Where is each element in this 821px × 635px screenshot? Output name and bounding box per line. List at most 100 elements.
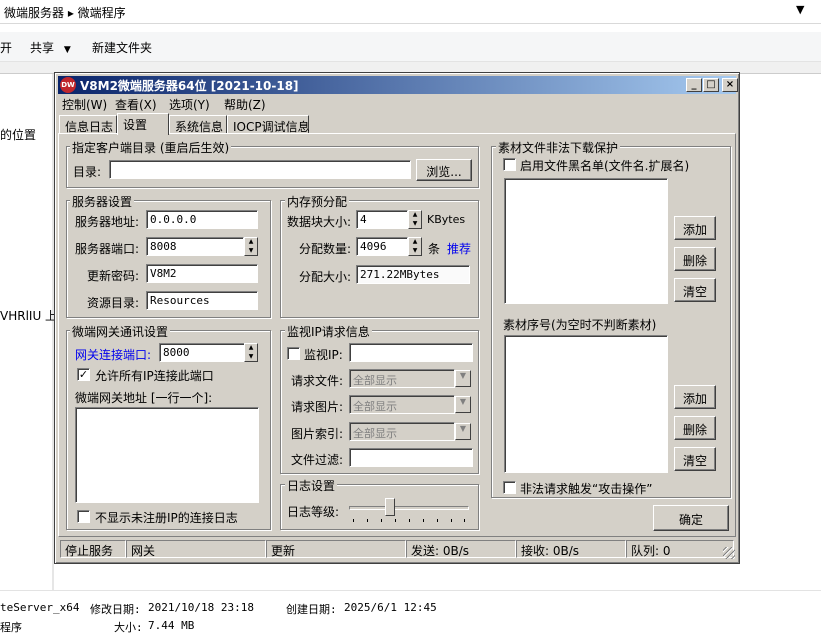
chevron-down-icon[interactable]: ▼ xyxy=(796,3,804,16)
resize-grip-icon[interactable] xyxy=(723,547,735,559)
tab-settings[interactable]: 设置 xyxy=(117,113,169,135)
nav-item[interactable]: VHRlIU 上 xyxy=(0,307,57,324)
open-button[interactable]: 开 xyxy=(0,39,12,56)
file-filter-label: 文件过滤: xyxy=(291,453,344,467)
serial-list[interactable] xyxy=(504,335,668,473)
resource-dir-input[interactable]: Resources xyxy=(146,291,258,310)
block-size-stepper[interactable]: ▲ ▼ xyxy=(408,210,422,229)
protect-title: 素材文件非法下载保护 xyxy=(496,139,621,156)
attack-checkbox[interactable] xyxy=(503,481,516,494)
explorer-details-pane: teServer_x64 修改日期: 2021/10/18 23:18 创建日期… xyxy=(0,590,821,634)
minimize-button[interactable]: _ xyxy=(686,78,702,92)
update-password-input[interactable]: V8M2 xyxy=(146,264,258,283)
title-bar[interactable]: DW V8M2微端服务器64位 [2021-10-18] _ □ × xyxy=(58,76,738,94)
block-size-input[interactable]: 4 xyxy=(356,210,408,229)
address-path[interactable]: 微端服务器 ▸ 微端程序 xyxy=(4,4,126,21)
chevron-down-icon[interactable]: ▼ xyxy=(455,370,471,387)
tab-info-log[interactable]: 信息日志 xyxy=(59,115,117,134)
file-filter-input[interactable] xyxy=(349,448,473,467)
tab-iocp-debug[interactable]: IOCP调试信息 xyxy=(227,115,310,134)
close-button[interactable]: × xyxy=(722,78,738,92)
spin-up-icon: ▲ xyxy=(412,211,418,218)
monitor-title: 监视IP请求信息 xyxy=(285,323,372,340)
allow-all-ip-checkbox[interactable]: ✓ xyxy=(77,368,90,381)
spin-down-icon: ▼ xyxy=(412,246,418,254)
chevron-down-icon[interactable]: ▼ xyxy=(455,396,471,413)
server-address-input[interactable]: 0.0.0.0 xyxy=(146,210,258,229)
recv-rate: 接收: 0B/s xyxy=(516,540,626,558)
serial-label: 素材序号(为空时不判断素材) xyxy=(503,318,657,332)
request-file-label: 请求文件: xyxy=(291,374,344,388)
gateway-port-stepper[interactable]: ▲ ▼ xyxy=(244,343,258,362)
menu-control[interactable]: 控制(W) xyxy=(62,96,107,113)
request-image-label: 请求图片: xyxy=(291,400,344,414)
request-file-select[interactable]: 全部显示 xyxy=(349,369,455,388)
gateway-port-input[interactable]: 8000 xyxy=(159,343,245,362)
slider-thumb[interactable] xyxy=(385,498,395,516)
slider-track xyxy=(349,506,469,510)
update-status: 更新 xyxy=(266,540,406,558)
request-image-select[interactable]: 全部显示 xyxy=(349,395,455,414)
app-logo-icon[interactable]: DW xyxy=(60,77,76,93)
send-rate: 发送: 0B/s xyxy=(406,540,516,558)
log-level-slider[interactable] xyxy=(349,498,469,526)
blacklist-label: 启用文件黑名单(文件名.扩展名) xyxy=(520,159,690,173)
memory-title: 内存预分配 xyxy=(285,193,350,210)
monitor-ip-checkbox[interactable] xyxy=(287,347,300,360)
queue-count: 队列: 0 xyxy=(626,540,734,558)
blacklist-clear-button[interactable]: 清空 xyxy=(674,278,716,302)
serial-clear-button[interactable]: 清空 xyxy=(674,447,716,471)
block-unit: KBytes xyxy=(427,213,466,226)
menu-view[interactable]: 查看(X) xyxy=(115,96,157,113)
hide-log-checkbox[interactable] xyxy=(77,510,90,523)
blacklist-checkbox[interactable] xyxy=(503,158,516,171)
blacklist-delete-button[interactable]: 删除 xyxy=(674,247,716,271)
size-label: 大小: xyxy=(114,621,143,634)
update-password-label: 更新密码: xyxy=(87,269,140,283)
alloc-count-stepper[interactable]: ▲ ▼ xyxy=(408,237,422,256)
menu-options[interactable]: 选项(Y) xyxy=(169,96,210,113)
blacklist-list[interactable] xyxy=(504,178,668,304)
maximize-button[interactable]: □ xyxy=(703,78,719,92)
resource-dir-label: 资源目录: xyxy=(87,296,140,310)
server-settings-title: 服务器设置 xyxy=(70,193,135,210)
stop-service-status[interactable]: 停止服务 xyxy=(60,540,126,558)
blacklist-add-button[interactable]: 添加 xyxy=(674,216,716,240)
new-folder-button[interactable]: 新建文件夹 xyxy=(92,39,152,56)
gateway-addr-textarea[interactable] xyxy=(75,407,259,503)
image-index-select[interactable]: 全部显示 xyxy=(349,422,455,441)
image-index-label: 图片索引: xyxy=(291,427,344,441)
window-title: V8M2微端服务器64位 [2021-10-18] xyxy=(80,79,299,93)
spin-up-icon: ▲ xyxy=(248,238,254,245)
spin-down-icon: ▼ xyxy=(412,219,418,227)
explorer-address-bar[interactable]: 微端服务器 ▸ 微端程序 ▼ xyxy=(0,0,821,24)
server-address-label: 服务器地址: xyxy=(75,215,140,229)
size-value: 7.44 MB xyxy=(148,619,195,632)
client-dir-title: 指定客户端目录 (重启后生效) xyxy=(70,139,232,156)
browse-button[interactable]: 浏览... xyxy=(416,159,472,181)
monitor-ip-label: 监视IP: xyxy=(304,348,343,362)
chevron-down-icon[interactable]: ▼ xyxy=(455,423,471,440)
gateway-status: 网关 xyxy=(126,540,266,558)
server-port-input[interactable]: 8008 xyxy=(146,237,244,256)
created-value: 2025/6/1 12:45 xyxy=(344,601,437,614)
client-dir-input[interactable] xyxy=(109,160,411,179)
share-button[interactable]: 共享 ▼ xyxy=(30,39,71,56)
serial-add-button[interactable]: 添加 xyxy=(674,385,716,409)
server-window: DW V8M2微端服务器64位 [2021-10-18] _ □ × 控制(W)… xyxy=(54,72,740,564)
hide-log-label: 不显示未注册IP的连接日志 xyxy=(95,511,238,525)
alloc-count-input[interactable]: 4096 xyxy=(356,237,408,256)
menu-bar: 控制(W) 查看(X) 选项(Y) 帮助(Z) xyxy=(58,95,736,113)
spin-down-icon: ▼ xyxy=(248,352,254,360)
serial-delete-button[interactable]: 删除 xyxy=(674,416,716,440)
monitor-ip-input[interactable] xyxy=(349,343,473,362)
server-port-stepper[interactable]: ▲ ▼ xyxy=(244,237,258,256)
nav-location[interactable]: 的位置 xyxy=(0,126,36,143)
recommend-link[interactable]: 推荐 xyxy=(447,240,471,257)
ok-button[interactable]: 确定 xyxy=(653,505,729,531)
menu-help[interactable]: 帮助(Z) xyxy=(224,96,266,113)
created-label: 创建日期: xyxy=(286,603,337,616)
gateway-port-label: 网关连接端口: xyxy=(75,348,152,362)
server-port-label: 服务器端口: xyxy=(75,242,140,256)
tab-system-info[interactable]: 系统信息 xyxy=(169,115,227,134)
